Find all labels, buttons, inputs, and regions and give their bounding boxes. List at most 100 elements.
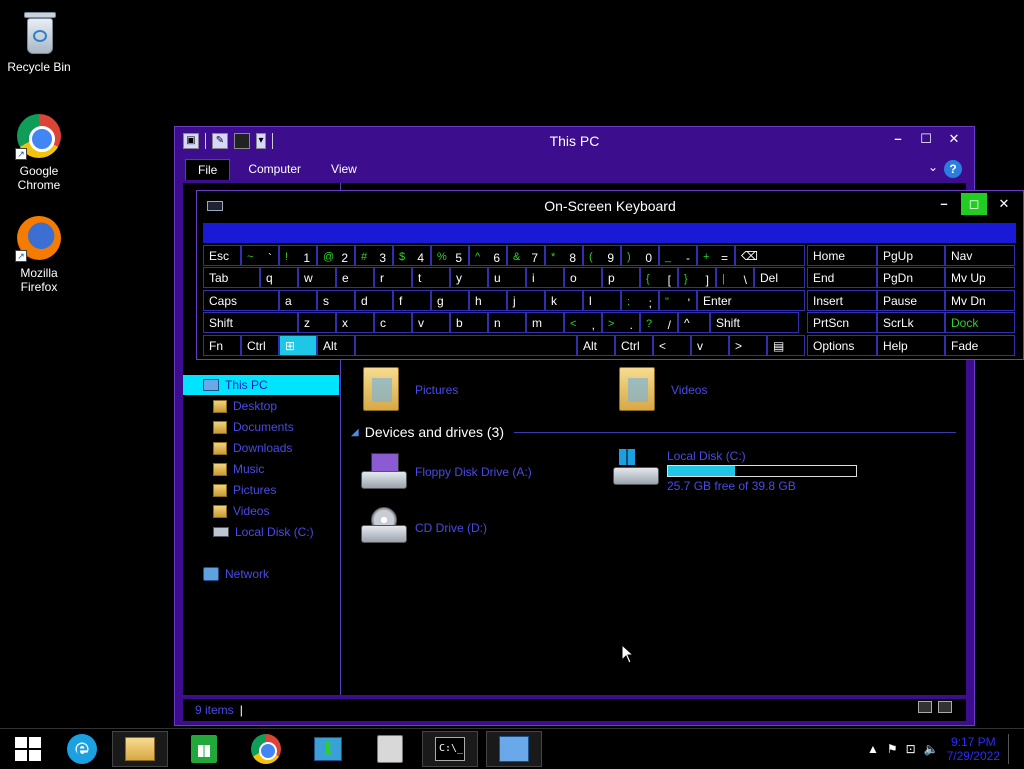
key-9[interactable]: (9 [583,245,621,266]
key-insert[interactable]: Insert [807,289,877,311]
key-symbol[interactable]: {[ [640,267,678,289]
key-fade[interactable]: Fade [945,334,1015,356]
key-symbol[interactable]: ^ [678,312,710,334]
key-x[interactable]: x [336,312,374,334]
folder-pictures[interactable]: Pictures [363,367,458,411]
taskbar-on-screen-keyboard[interactable] [486,731,542,767]
key-fn[interactable]: Fn [203,334,241,356]
key-scrlk[interactable]: ScrLk [877,312,945,334]
taskbar-download-app[interactable]: ⬇ [300,731,356,767]
key-g[interactable]: g [431,289,469,311]
key-q[interactable]: q [260,267,298,289]
key-mv-up[interactable]: Mv Up [945,267,1015,289]
osk-restore-button[interactable]: ◻ [961,193,987,215]
key-caps[interactable]: Caps [203,289,279,311]
taskbar-file-explorer[interactable] [112,731,168,767]
nav-item-local-disk[interactable]: Local Disk (C:) [183,522,314,542]
key-b[interactable]: b [450,312,488,334]
taskbar-store[interactable] [176,731,232,767]
key-backspace[interactable]: ⌫ [735,245,805,266]
show-desktop-button[interactable] [1008,734,1018,764]
volume-muted-icon[interactable]: 🔈 [924,742,939,756]
help-icon[interactable]: ? [944,160,962,178]
key-4[interactable]: $4 [393,245,431,266]
key-prtscn[interactable]: PrtScn [807,312,877,334]
key-symbol[interactable]: _ - [659,245,697,266]
key-r[interactable]: r [374,267,412,289]
taskbar-vault-app[interactable] [362,731,418,767]
details-view-icon[interactable] [918,701,932,713]
key-k[interactable]: k [545,289,583,311]
key-6[interactable]: ^ 6 [469,245,507,266]
key-symbol[interactable]: | \ [716,267,754,289]
key-v[interactable]: v [412,312,450,334]
key-2[interactable]: @2 [317,245,355,266]
key-symbol[interactable]: > [729,334,767,356]
key-5[interactable]: % 5 [431,245,469,266]
key-end[interactable]: End [807,267,877,289]
osk-close-button[interactable]: ✕ [991,193,1017,215]
recycle-bin-shortcut[interactable]: Recycle Bin [1,8,77,74]
key-s[interactable]: s [317,289,355,311]
nav-item-this-pc[interactable]: This PC [183,375,339,395]
key-l[interactable]: l [583,289,621,311]
mozilla-firefox-shortcut[interactable]: ↗ Mozilla Firefox [1,214,77,294]
key-symbol[interactable]: :; [621,289,659,311]
key-v[interactable]: v [691,334,729,356]
drive-cd[interactable]: CD Drive (D:) [361,507,487,543]
nav-item-pictures[interactable]: Pictures [183,480,276,500]
key-space[interactable] [355,334,577,356]
google-chrome-shortcut[interactable]: ↗ Google Chrome [1,112,77,192]
action-center-flag-icon[interactable]: ⚑ [887,742,898,756]
key-ctrl[interactable]: Ctrl [241,334,279,356]
key-t[interactable]: t [412,267,450,289]
network-status-icon[interactable]: ⊡ [906,742,916,756]
key-3[interactable]: #3 [355,245,393,266]
key-8[interactable]: * 8 [545,245,583,266]
start-button[interactable] [0,731,56,767]
key-shift[interactable]: Shift [710,312,799,334]
nav-item-videos[interactable]: Videos [183,501,269,521]
key-home[interactable]: Home [807,245,877,266]
tab-computer[interactable]: Computer [236,159,313,179]
key-pgup[interactable]: PgUp [877,245,945,266]
key-symbol[interactable]: ~ ` [241,245,279,266]
close-button[interactable]: ✕ [940,129,968,149]
key-pgdn[interactable]: PgDn [877,267,945,289]
taskbar-internet-explorer[interactable]: e [54,731,110,767]
nav-item-network[interactable]: Network [183,564,269,584]
clock[interactable]: 9:17 PM 7/29/2022 [947,735,1000,763]
osk-titlebar[interactable]: On-Screen Keyboard – ◻ ✕ [197,191,1023,221]
key-symbol[interactable]: ? / [640,312,678,334]
key-symbol[interactable]: < [653,334,691,356]
key-alt[interactable]: Alt [317,334,355,356]
nav-item-desktop[interactable]: Desktop [183,396,277,416]
key-7[interactable]: & 7 [507,245,545,266]
key-w[interactable]: w [298,267,336,289]
key-symbol[interactable]: " ' [659,289,697,311]
key-tab[interactable]: Tab [203,267,260,289]
key-u[interactable]: u [488,267,526,289]
key-o[interactable]: o [564,267,602,289]
key-alt[interactable]: Alt [577,334,615,356]
taskbar-command-prompt[interactable]: C:\_ [422,731,478,767]
minimize-button[interactable]: – [884,129,912,149]
key-i[interactable]: i [526,267,564,289]
nav-item-downloads[interactable]: Downloads [183,438,292,458]
key-options[interactable]: Options [807,334,877,356]
key-menu[interactable]: ▤ [767,334,805,356]
key-symbol[interactable]: + = [697,245,735,266]
key-symbol[interactable]: }] [678,267,716,289]
key-1[interactable]: ! 1 [279,245,317,266]
key-m[interactable]: m [526,312,564,334]
key-windows[interactable]: ⊞ [279,334,317,356]
key-h[interactable]: h [469,289,507,311]
key-f[interactable]: f [393,289,431,311]
key-symbol[interactable]: <, [564,312,602,334]
key-y[interactable]: y [450,267,488,289]
explorer-titlebar[interactable]: ▣ ✎ ▾ This PC – ☐ ✕ [175,127,974,157]
key-del[interactable]: Del [754,267,805,289]
osk-minimize-button[interactable]: – [931,193,957,215]
show-hidden-icons-chevron-icon[interactable]: ▲ [867,742,879,756]
key-esc[interactable]: Esc [203,245,241,266]
